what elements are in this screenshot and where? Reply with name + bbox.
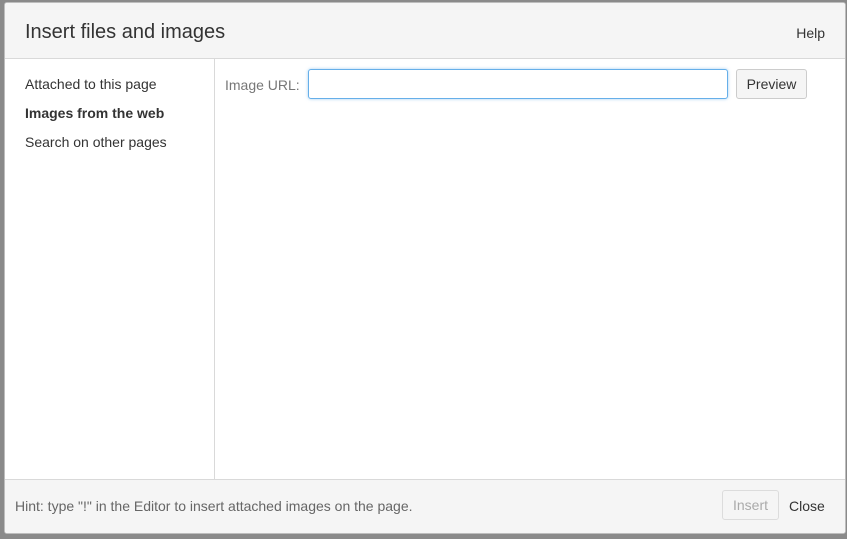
sidebar-item-images-from-web[interactable]: Images from the web bbox=[25, 105, 164, 121]
insert-files-dialog: Insert files and images Help Attached to… bbox=[4, 2, 846, 534]
dialog-header: Insert files and images Help bbox=[5, 3, 845, 59]
dialog-title: Insert files and images bbox=[25, 21, 226, 43]
close-button[interactable]: Close bbox=[789, 498, 825, 514]
image-url-input[interactable] bbox=[308, 69, 728, 99]
sidebar-item-attached[interactable]: Attached to this page bbox=[25, 76, 157, 92]
hint-text: Hint: type "!" in the Editor to insert a… bbox=[15, 498, 413, 514]
help-link[interactable]: Help bbox=[796, 25, 825, 41]
preview-button[interactable]: Preview bbox=[736, 69, 807, 99]
image-url-label: Image URL: bbox=[225, 77, 300, 93]
sidebar: Attached to this page Images from the we… bbox=[5, 59, 215, 481]
insert-button[interactable]: Insert bbox=[722, 490, 779, 520]
main-panel: Image URL: Preview bbox=[215, 59, 845, 481]
sidebar-item-search-other-pages[interactable]: Search on other pages bbox=[25, 134, 167, 150]
dialog-footer: Hint: type "!" in the Editor to insert a… bbox=[5, 479, 845, 533]
